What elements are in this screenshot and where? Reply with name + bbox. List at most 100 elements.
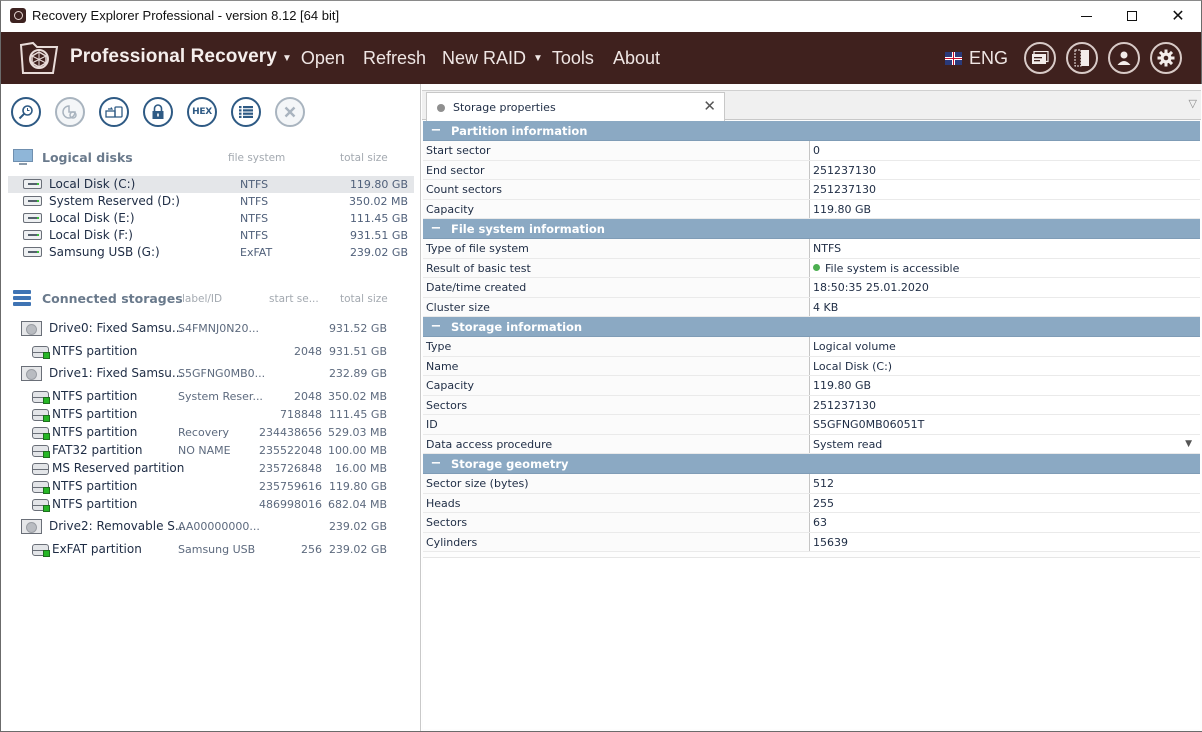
disk-file-system: NTFS xyxy=(240,195,269,208)
partition-icon xyxy=(32,391,50,404)
tab-close-icon[interactable]: ✕ xyxy=(703,97,716,115)
property-value: 119.80 GB xyxy=(813,202,872,216)
logical-disk-row[interactable]: Local Disk (C:) NTFS 119.80 GB xyxy=(8,176,414,193)
property-value-cell: 119.80 GB xyxy=(810,199,1200,218)
encryption-button[interactable] xyxy=(143,97,173,127)
tab-storage-properties[interactable]: Storage properties ✕ xyxy=(426,92,725,122)
partition-row[interactable]: MS Reserved partition 235726848 16.00 MB xyxy=(8,460,414,478)
drive-row[interactable]: Drive0: Fixed Samsu... S4FMNJ0N20... 931.5… xyxy=(8,320,414,338)
drive-row[interactable]: Drive1: Fixed Samsu... S5GFNG0MB0... 232.8… xyxy=(8,365,414,383)
partition-row[interactable]: NTFS partition 486998016 682.04 MB xyxy=(8,496,414,514)
close-window-button[interactable]: ✕ xyxy=(1155,1,1201,31)
menu-refresh[interactable]: Refresh xyxy=(363,48,426,69)
property-value: System read xyxy=(813,437,883,451)
property-key: Capacity xyxy=(423,376,810,395)
tab-label: Storage properties xyxy=(453,101,556,114)
hex-view-button[interactable]: HEX xyxy=(187,97,217,127)
menu-about[interactable]: About xyxy=(613,48,660,69)
panel-toggle-button[interactable] xyxy=(1066,42,1098,74)
list-view-button[interactable] xyxy=(231,97,261,127)
property-value-cell: 4 KB xyxy=(810,297,1200,316)
property-key: Result of basic test xyxy=(423,258,810,277)
settings-button[interactable] xyxy=(1150,42,1182,74)
storage-label-id: System Reser... xyxy=(178,390,263,403)
maximize-button[interactable] xyxy=(1109,1,1155,31)
collapse-icon[interactable]: − xyxy=(423,456,449,471)
minimize-button[interactable] xyxy=(1063,1,1109,31)
property-group-header[interactable]: − File system information xyxy=(423,219,1200,239)
logical-disk-row[interactable]: Local Disk (F:) NTFS 931.51 GB xyxy=(8,227,414,244)
group-title: Partition information xyxy=(451,123,588,138)
storage-start-sector: 235726848 xyxy=(259,462,322,475)
tab-menu-icon[interactable]: ▽ xyxy=(1189,97,1197,110)
column-start-sector[interactable]: start se... xyxy=(269,293,319,305)
property-value-cell: NTFS xyxy=(810,239,1200,258)
brand-title: Professional Recovery xyxy=(70,46,277,67)
logical-disk-row[interactable]: Samsung USB (G:) ExFAT 239.02 GB xyxy=(8,244,414,261)
column-total-size[interactable]: total size xyxy=(340,293,388,305)
property-value-cell: 63 xyxy=(810,513,1200,532)
storage-name: NTFS partition xyxy=(52,425,138,439)
panel-toggle-icon xyxy=(1074,49,1089,67)
storage-total-size: 931.51 GB xyxy=(328,345,387,358)
data-access-select[interactable]: System read ▼ xyxy=(810,434,1200,453)
storage-total-size: 239.02 GB xyxy=(328,543,387,556)
property-row: Sectors 63 xyxy=(423,513,1200,533)
connected-storages-header: Connected storages label/ID start se... … xyxy=(13,290,413,307)
partition-row[interactable]: NTFS partition System Reser... 2048 350.02 … xyxy=(8,388,414,406)
partition-row[interactable]: NTFS partition Recovery 234438656 529.03 MB xyxy=(8,424,414,442)
menu-new-raid[interactable]: New RAID xyxy=(442,48,526,69)
close-button[interactable] xyxy=(275,97,305,127)
column-total-size[interactable]: total size xyxy=(340,152,388,164)
language-label: ENG xyxy=(969,48,1009,68)
disk-icon xyxy=(23,247,42,257)
property-row: Data access procedure System read ▼ xyxy=(423,434,1200,454)
collapse-icon[interactable]: − xyxy=(423,123,449,138)
create-image-button[interactable] xyxy=(99,97,129,127)
disk-file-system: NTFS xyxy=(240,212,269,225)
partition-row[interactable]: ExFAT partition Samsung USB 256 239.02 GB xyxy=(8,541,414,559)
language-selector[interactable]: ENG xyxy=(945,48,1008,69)
logical-disk-row[interactable]: System Reserved (D:) NTFS 350.02 MB xyxy=(8,193,414,210)
property-row: Capacity 119.80 GB xyxy=(423,199,1200,219)
messages-button[interactable] xyxy=(1024,42,1056,74)
storage-name: Drive2: Removable S... xyxy=(49,519,187,533)
title-bar: Recovery Explorer Professional - version… xyxy=(1,1,1201,31)
disk-total-size: 111.45 GB xyxy=(349,212,408,225)
property-group-header[interactable]: − Storage information xyxy=(423,317,1200,337)
menu-open[interactable]: ▼ Open xyxy=(282,48,345,69)
property-group-header[interactable]: − Partition information xyxy=(423,121,1200,141)
partition-icon xyxy=(32,409,50,422)
property-row: End sector 251237130 xyxy=(423,160,1200,180)
column-label-id[interactable]: label/ID xyxy=(182,293,222,305)
collapse-icon[interactable]: − xyxy=(423,221,449,236)
partition-row[interactable]: FAT32 partition NO NAME 235522048 100.00 MB xyxy=(8,442,414,460)
collapse-icon[interactable]: − xyxy=(423,319,449,334)
logical-disks-header: Logical disks file system total size xyxy=(13,149,413,166)
storage-start-sector: 718848 xyxy=(280,408,322,421)
property-group-header[interactable]: − Storage geometry xyxy=(423,454,1200,474)
caret-down-icon: ▼ xyxy=(282,53,292,64)
file-system-scan-button[interactable] xyxy=(55,97,85,127)
search-scan-button[interactable] xyxy=(11,97,41,127)
disk-icon xyxy=(23,196,42,206)
dropdown-arrow-icon[interactable]: ▼ xyxy=(1185,439,1192,449)
partition-row[interactable]: NTFS partition 235759616 119.80 GB xyxy=(8,478,414,496)
logical-disk-row[interactable]: Local Disk (E:) NTFS 111.45 GB xyxy=(8,210,414,227)
property-key: Count sectors xyxy=(423,180,810,199)
storage-label-id: Samsung USB xyxy=(178,543,256,556)
property-value-cell: 512 xyxy=(810,474,1200,493)
partition-row[interactable]: NTFS partition 2048 931.51 GB xyxy=(8,343,414,361)
property-row: Cylinders 15639 xyxy=(423,532,1200,552)
property-row: ID S5GFNG0MB06051T xyxy=(423,415,1200,435)
lock-icon xyxy=(152,104,164,119)
property-value: Logical volume xyxy=(813,340,896,353)
partition-row[interactable]: NTFS partition 718848 111.45 GB xyxy=(8,406,414,424)
user-icon xyxy=(1117,51,1131,65)
column-file-system[interactable]: file system xyxy=(228,152,285,164)
storage-name: NTFS partition xyxy=(52,344,138,358)
drive-row[interactable]: Drive2: Removable S... AA00000000... 239.0… xyxy=(8,518,414,536)
disk-total-size: 119.80 GB xyxy=(349,178,408,191)
user-button[interactable] xyxy=(1108,42,1140,74)
menu-tools[interactable]: ▼ Tools xyxy=(533,48,594,69)
